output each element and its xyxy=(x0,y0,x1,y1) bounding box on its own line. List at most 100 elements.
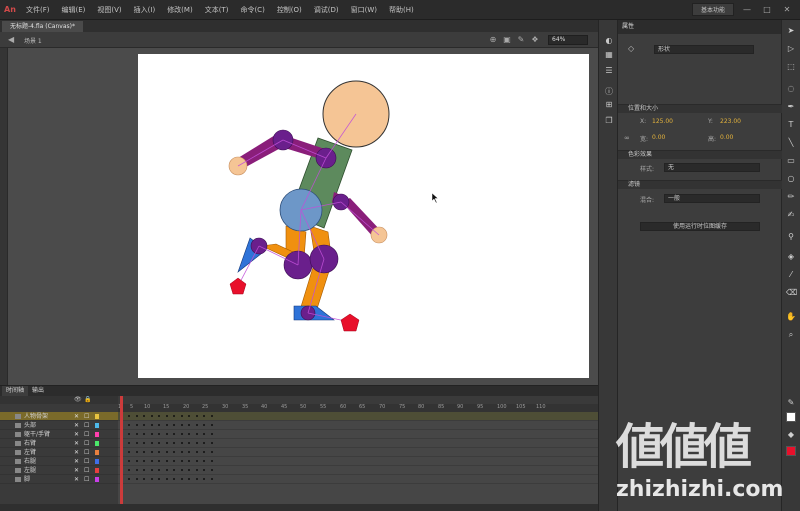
ik-target-marker-right[interactable] xyxy=(340,313,360,332)
eye-icon[interactable]: 👁 xyxy=(74,396,82,403)
subselection-icon[interactable]: ▷ xyxy=(786,44,796,54)
stick-figure-artwork[interactable] xyxy=(138,54,589,378)
line-icon[interactable]: ╲ xyxy=(786,138,796,148)
layer-color-swatch[interactable] xyxy=(95,423,99,428)
layer-row[interactable]: 右臂 ✕ ☐ xyxy=(0,439,118,448)
menu-view[interactable]: 视图(V) xyxy=(91,5,127,15)
oval-icon[interactable]: ○ xyxy=(786,174,796,184)
visibility-icon[interactable]: ✕ xyxy=(74,457,79,466)
layer-row[interactable]: 躯干/手臂 ✕ ☐ xyxy=(0,430,118,439)
visibility-icon[interactable]: ✕ xyxy=(74,412,79,421)
layer-row[interactable]: 头部 ✕ ☐ xyxy=(0,421,118,430)
transform-panel-icon[interactable]: ⊞ xyxy=(604,100,614,110)
y-value[interactable]: 223.00 xyxy=(720,118,741,125)
bone-icon[interactable]: ⚲ xyxy=(786,232,796,242)
frame-ruler[interactable]: 1 5 10 15 20 25 30 35 40 45 50 55 60 65 … xyxy=(118,404,598,412)
menu-insert[interactable]: 插入(I) xyxy=(128,5,162,15)
free-transform-icon[interactable]: ⬚ xyxy=(786,62,796,72)
lock-toggle-icon[interactable]: ☐ xyxy=(84,457,89,466)
back-arrow-icon[interactable]: ◀ xyxy=(8,35,14,44)
pen-icon[interactable]: ✒ xyxy=(786,102,796,112)
lock-toggle-icon[interactable]: ☐ xyxy=(84,466,89,475)
playhead[interactable] xyxy=(120,396,123,511)
visibility-icon[interactable]: ✕ xyxy=(74,448,79,457)
height-value[interactable]: 0.00 xyxy=(720,134,733,141)
edit-scene-icon[interactable]: ✎ xyxy=(516,35,526,44)
paint-bucket-icon[interactable]: ◈ xyxy=(786,252,796,262)
color-effect-section[interactable]: 色彩效果 xyxy=(618,150,782,159)
align-panel-icon[interactable]: ☰ xyxy=(604,66,614,76)
position-size-section[interactable]: 位置和大小 xyxy=(618,104,782,113)
lock-toggle-icon[interactable]: ☐ xyxy=(84,448,89,457)
layer-color-swatch[interactable] xyxy=(95,468,99,473)
menu-file[interactable]: 文件(F) xyxy=(20,5,56,15)
menu-debug[interactable]: 调试(D) xyxy=(308,5,345,15)
menu-text[interactable]: 文本(T) xyxy=(199,5,235,15)
layer-row[interactable]: 左臂 ✕ ☐ xyxy=(0,448,118,457)
style-select[interactable]: 无 xyxy=(664,163,760,172)
menu-control[interactable]: 控制(O) xyxy=(271,5,308,15)
minimize-icon[interactable]: — xyxy=(740,5,754,14)
lock-icon[interactable]: 🔒 xyxy=(84,396,91,403)
lock-toggle-icon[interactable]: ☐ xyxy=(84,430,89,439)
brush-icon[interactable]: ✍ xyxy=(786,210,796,220)
visibility-icon[interactable]: ✕ xyxy=(74,439,79,448)
menu-window[interactable]: 窗口(W) xyxy=(345,5,383,15)
color-panel-icon[interactable]: ◐ xyxy=(604,36,614,46)
instance-type-select[interactable]: 形状 xyxy=(654,45,754,54)
visibility-icon[interactable]: ✕ xyxy=(74,466,79,475)
properties-panel-header[interactable]: 属性 xyxy=(618,20,781,34)
selection-icon[interactable]: ➤ xyxy=(786,26,796,36)
menu-help[interactable]: 帮助(H) xyxy=(383,5,420,15)
width-value[interactable]: 0.00 xyxy=(652,134,665,141)
frames-area[interactable] xyxy=(118,412,598,511)
lock-toggle-icon[interactable]: ☐ xyxy=(84,421,89,430)
visibility-icon[interactable]: ✕ xyxy=(74,475,79,484)
eyedropper-icon[interactable]: ⁄ xyxy=(786,270,796,280)
layer-color-swatch[interactable] xyxy=(95,441,99,446)
layer-color-swatch[interactable] xyxy=(95,432,99,437)
menu-commands[interactable]: 命令(C) xyxy=(234,5,270,15)
ik-target-marker-left[interactable] xyxy=(229,277,247,295)
pencil-icon[interactable]: ✏ xyxy=(786,192,796,202)
lock-toggle-icon[interactable]: ☐ xyxy=(84,439,89,448)
layer-color-swatch[interactable] xyxy=(95,414,99,419)
filter-section[interactable]: 滤镜 xyxy=(618,180,782,189)
eraser-icon[interactable]: ⌫ xyxy=(786,288,797,298)
rectangle-icon[interactable]: ▭ xyxy=(786,156,796,166)
workspace-switcher[interactable]: 基本功能 xyxy=(691,3,734,16)
layer-row[interactable]: 右腿 ✕ ☐ xyxy=(0,457,118,466)
hand-icon[interactable]: ✋ xyxy=(786,312,796,322)
layer-row[interactable]: 左腿 ✕ ☐ xyxy=(0,466,118,475)
bitmap-cache-button[interactable]: 使用运行时位图缓存 xyxy=(640,222,760,231)
center-stage-icon[interactable]: ⊕ xyxy=(488,35,498,44)
layer-row[interactable]: 人物骨架 ✕ ☐ xyxy=(0,412,118,421)
visibility-icon[interactable]: ✕ xyxy=(74,430,79,439)
text-icon[interactable]: T xyxy=(786,120,796,130)
tab-timeline[interactable]: 时间轴 xyxy=(2,386,29,396)
lock-toggle-icon[interactable]: ☐ xyxy=(84,412,89,421)
visibility-icon[interactable]: ✕ xyxy=(74,421,79,430)
link-icon[interactable]: ∞ xyxy=(624,134,630,142)
blend-select[interactable]: 一般 xyxy=(664,194,760,203)
menu-edit[interactable]: 编辑(E) xyxy=(56,5,92,15)
zoom-select[interactable]: 64% xyxy=(548,35,588,45)
zoom-icon[interactable]: ⌕ xyxy=(786,330,796,340)
x-value[interactable]: 125.00 xyxy=(652,118,673,125)
layer-color-swatch[interactable] xyxy=(95,477,99,482)
close-icon[interactable]: ✕ xyxy=(780,5,794,14)
info-panel-icon[interactable]: ⓘ xyxy=(604,86,614,96)
library-panel-icon[interactable]: ❐ xyxy=(604,116,614,126)
clip-content-icon[interactable]: ▣ xyxy=(502,35,512,44)
tab-output[interactable]: 输出 xyxy=(28,386,48,396)
swatches-panel-icon[interactable]: ▦ xyxy=(604,50,614,60)
lasso-icon[interactable]: ◌ xyxy=(786,84,796,94)
document-tab[interactable]: 无标题-4.fla (Canvas)* xyxy=(2,21,83,32)
layer-color-swatch[interactable] xyxy=(95,450,99,455)
maximize-icon[interactable]: □ xyxy=(760,5,774,14)
lock-toggle-icon[interactable]: ☐ xyxy=(84,475,89,484)
edit-symbol-icon[interactable]: ❖ xyxy=(530,35,540,44)
layer-color-swatch[interactable] xyxy=(95,459,99,464)
menu-modify[interactable]: 修改(M) xyxy=(161,5,199,15)
layer-row[interactable]: 脚 ✕ ☐ xyxy=(0,475,118,484)
